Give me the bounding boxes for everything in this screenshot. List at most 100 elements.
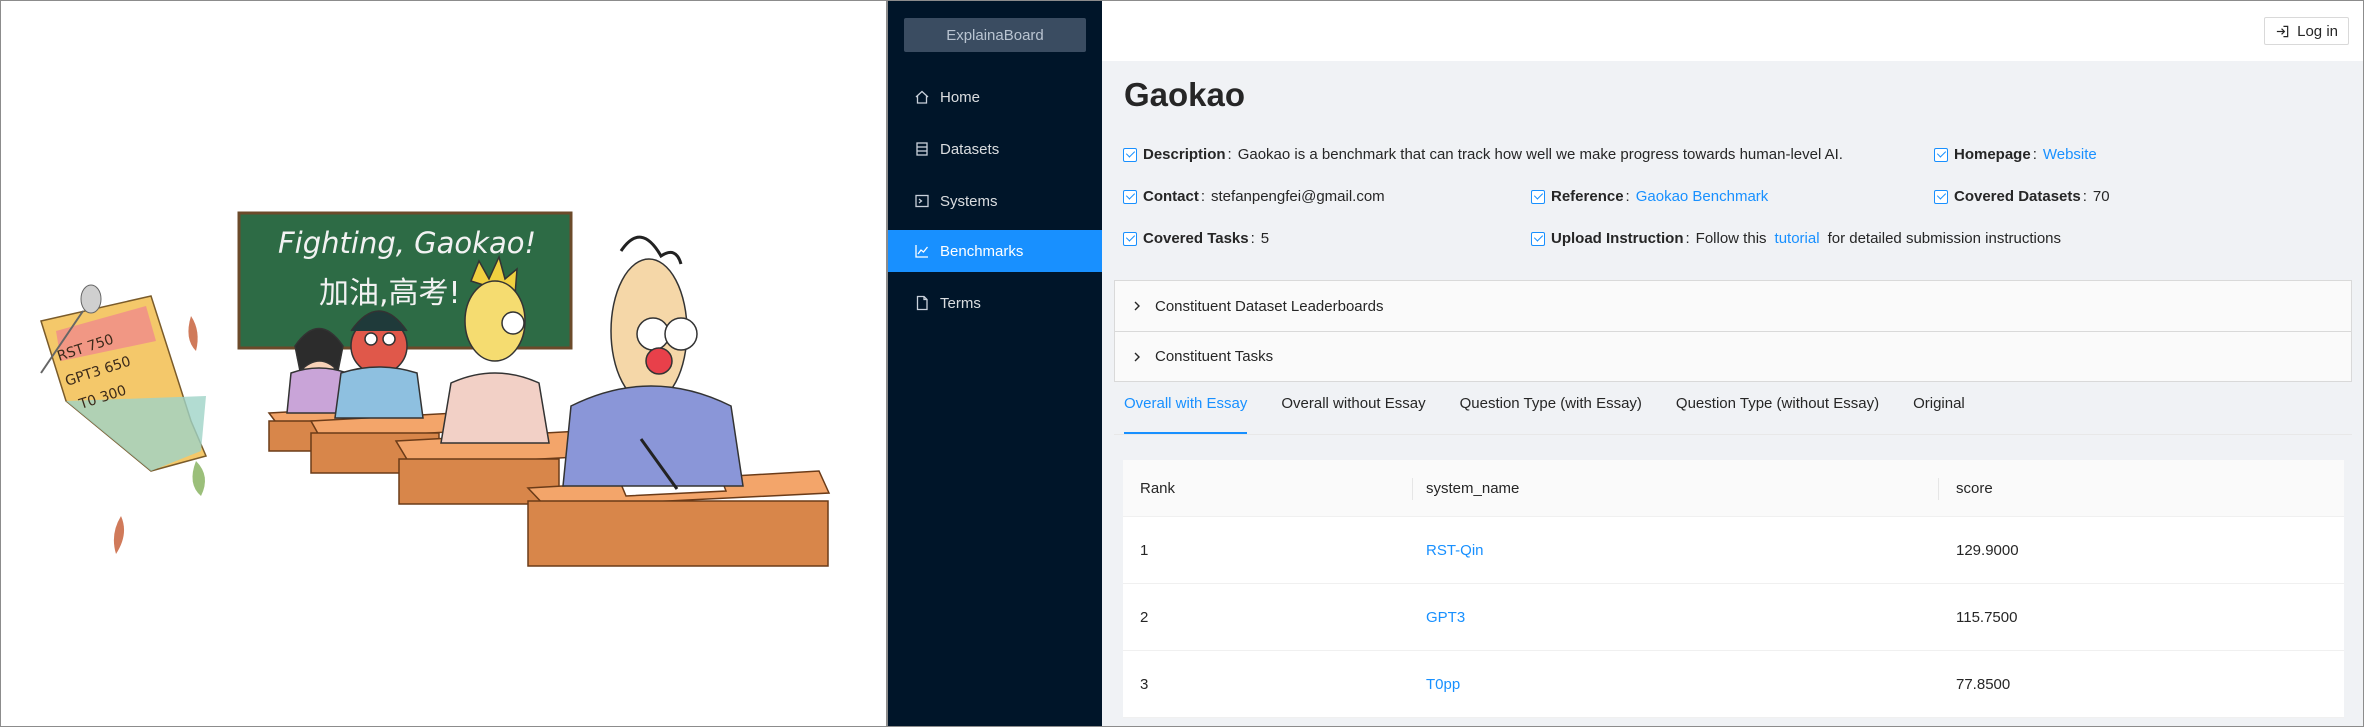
sidebar-item-home[interactable]: Home — [888, 76, 1102, 118]
sidebar-item-label: Systems — [940, 192, 998, 210]
score-cell: 77.8500 — [1956, 675, 2011, 693]
colon: : — [1625, 188, 1630, 205]
covered-datasets-row: Covered Datasets : 70 — [1934, 188, 2110, 205]
column-header-score[interactable]: score — [1938, 477, 2344, 500]
leaf — [113, 516, 125, 554]
gaokao-illustration: Fighting, Gaokao! 加油,高考! RST 750 GPT3 65… — [1, 1, 886, 726]
colon: : — [1250, 230, 1255, 247]
exam-paper: RST 750 GPT3 650 T0 300 — [40, 284, 208, 472]
homepage-row: Homepage : Website — [1934, 146, 2097, 163]
contact-row: Contact : stefanpengfei@gmail.com — [1123, 188, 1385, 205]
sidebar-item-label: Benchmarks — [940, 242, 1024, 260]
system-name-link[interactable]: GPT3 — [1426, 609, 1465, 626]
rank-cell: 1 — [1140, 541, 1149, 559]
column-header-rank[interactable]: Rank — [1123, 480, 1412, 497]
collapse-dataset-leaderboards[interactable]: Constituent Dataset Leaderboards — [1115, 281, 2351, 331]
sidebar-item-benchmarks[interactable]: Benchmarks — [888, 230, 1102, 272]
leaderboard-table: Rank system_name score 1 RST-Qin 129.900… — [1123, 460, 2344, 718]
login-label: Log in — [2297, 22, 2338, 40]
check-icon — [1123, 189, 1137, 204]
check-icon — [1934, 147, 1948, 162]
description-value: Gaokao is a benchmark that can track how… — [1237, 146, 1843, 163]
tab-divider — [1114, 434, 2352, 435]
collapse-panel: Constituent Dataset Leaderboards Constit… — [1114, 280, 2352, 382]
description-row: Description : Gaokao is a benchmark that… — [1123, 146, 1843, 163]
tutorial-link[interactable]: tutorial — [1775, 230, 1820, 247]
covered-datasets-value: 70 — [2092, 188, 2110, 205]
tab-question-type-with-essay[interactable]: Question Type (with Essay) — [1460, 395, 1642, 427]
tab-overall-with-essay[interactable]: Overall with Essay — [1124, 395, 1248, 434]
check-icon — [1123, 231, 1137, 246]
blackboard-text-2: 加油,高考! — [319, 276, 461, 311]
chevron-right-icon — [1131, 300, 1143, 312]
line-chart-icon — [914, 243, 930, 259]
leaf — [192, 461, 205, 496]
collapse-tasks[interactable]: Constituent Tasks — [1115, 331, 2351, 381]
database-icon — [914, 141, 930, 157]
top-header: Log in — [1102, 1, 2363, 61]
desks — [267, 405, 831, 567]
rank-cell: 2 — [1140, 608, 1149, 626]
sidebar-item-systems[interactable]: Systems — [888, 180, 1102, 222]
check-icon — [1123, 147, 1137, 162]
system-name-link[interactable]: RST-Qin — [1426, 542, 1484, 559]
table-row: 3 T0pp 77.8500 — [1123, 651, 2344, 718]
upload-instruction-pre: Follow this — [1695, 230, 1767, 247]
terminal-icon — [914, 193, 930, 209]
leaf — [188, 316, 198, 351]
upload-instruction-post: for detailed submission instructions — [1827, 230, 2062, 247]
description-label: Description — [1143, 146, 1226, 163]
brand-logo[interactable]: ExplainaBoard — [904, 18, 1086, 52]
upload-instruction-label: Upload Instruction — [1551, 230, 1684, 247]
leaderboard-tabs: Overall with Essay Overall without Essay… — [1124, 395, 1999, 434]
upload-instruction-row: Upload Instruction : Follow this tutoria… — [1531, 230, 2061, 247]
colon: : — [2082, 188, 2087, 205]
homepage-link[interactable]: Website — [2043, 146, 2097, 163]
classroom-cartoon: Fighting, Gaokao! 加油,高考! RST 750 GPT3 65… — [40, 211, 831, 567]
score-cell: 129.9000 — [1956, 541, 2019, 559]
score-cell: 115.7500 — [1956, 608, 2018, 626]
blackboard-text-1: Fighting, Gaokao! — [278, 226, 536, 260]
reference-link[interactable]: Gaokao Benchmark — [1636, 188, 1769, 205]
check-icon — [1934, 189, 1948, 204]
chevron-right-icon — [1131, 351, 1143, 363]
column-header-system-name[interactable]: system_name — [1412, 477, 1938, 500]
colon: : — [2032, 146, 2037, 163]
colon: : — [1200, 188, 1206, 205]
covered-tasks-label: Covered Tasks — [1143, 230, 1249, 247]
reference-row: Reference : Gaokao Benchmark — [1531, 188, 1768, 205]
main-content: Gaokao Description : Gaokao is a benchma… — [1102, 61, 2363, 726]
table-row: 2 GPT3 115.7500 — [1123, 584, 2344, 651]
collapse-label: Constituent Tasks — [1155, 348, 1274, 365]
login-button[interactable]: Log in — [2264, 17, 2349, 45]
collapse-label: Constituent Dataset Leaderboards — [1155, 297, 1384, 315]
sidebar-item-datasets[interactable]: Datasets — [888, 128, 1102, 170]
sidebar-item-terms[interactable]: Terms — [888, 282, 1102, 324]
covered-tasks-row: Covered Tasks : 5 — [1123, 230, 1269, 247]
system-name-link[interactable]: T0pp — [1426, 676, 1460, 693]
sidebar-item-label: Home — [940, 88, 981, 106]
colon: : — [1227, 146, 1232, 163]
reference-label: Reference — [1551, 188, 1624, 205]
tab-overall-without-essay[interactable]: Overall without Essay — [1281, 395, 1425, 427]
rank-cell: 3 — [1140, 675, 1149, 693]
page-title: Gaokao — [1124, 76, 1246, 113]
login-icon — [2277, 25, 2289, 37]
table-row: 1 RST-Qin 129.9000 — [1123, 517, 2344, 584]
tab-original[interactable]: Original — [1913, 395, 1965, 427]
contact-label: Contact — [1143, 188, 1199, 205]
colon: : — [1685, 230, 1690, 247]
covered-tasks-value: 5 — [1260, 230, 1270, 247]
file-icon — [914, 295, 930, 311]
check-icon — [1531, 189, 1545, 204]
table-header: Rank system_name score — [1123, 460, 2344, 517]
homepage-label: Homepage — [1954, 146, 2031, 163]
sidebar: ExplainaBoard Home Datasets Systems Benc… — [888, 1, 1102, 726]
check-icon — [1531, 231, 1545, 246]
home-icon — [914, 89, 930, 105]
sidebar-item-label: Terms — [940, 294, 981, 312]
tab-question-type-without-essay[interactable]: Question Type (without Essay) — [1676, 395, 1879, 427]
covered-datasets-label: Covered Datasets — [1954, 188, 2081, 205]
contact-value: stefanpengfei@gmail.com — [1211, 188, 1385, 205]
sidebar-item-label: Datasets — [940, 140, 1000, 158]
